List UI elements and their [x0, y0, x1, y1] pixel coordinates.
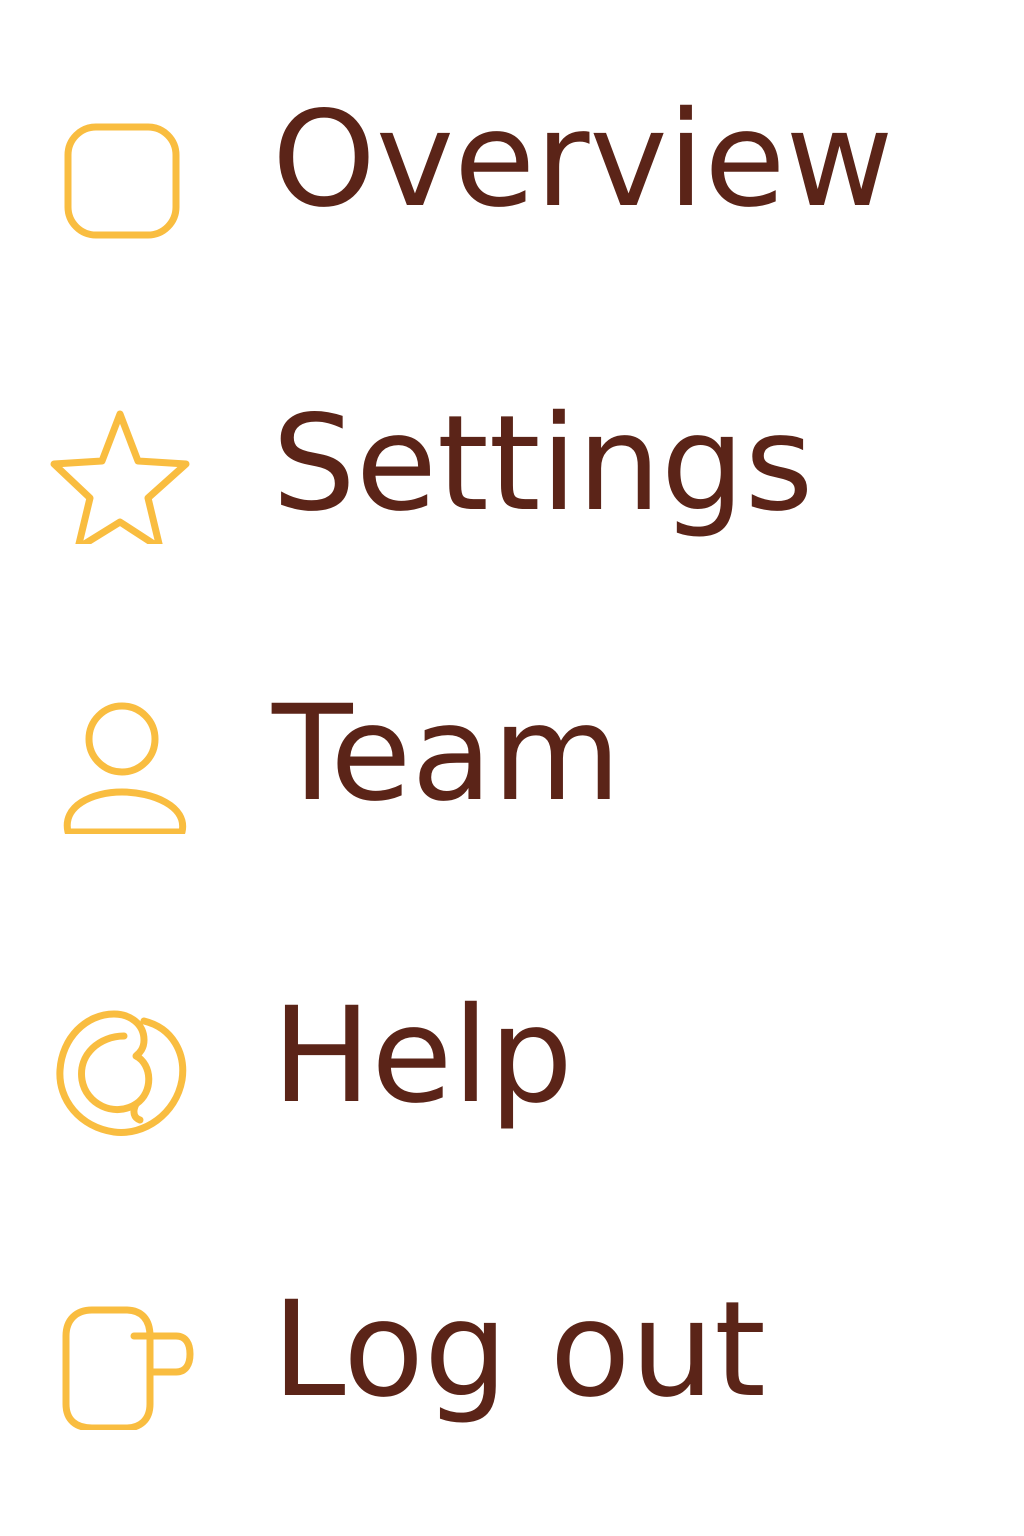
side-menu: Overview Settings Team Help Log out [0, 0, 1024, 1536]
menu-item-label: Settings [272, 387, 814, 541]
help-swirl-icon [48, 986, 198, 1136]
menu-item-overview[interactable]: Overview [0, 70, 1024, 250]
menu-item-logout[interactable]: Log out [0, 1260, 1024, 1440]
menu-item-help[interactable]: Help [0, 966, 1024, 1146]
menu-item-label: Help [272, 979, 573, 1133]
menu-item-label: Team [272, 677, 621, 831]
menu-item-team[interactable]: Team [0, 664, 1024, 844]
mug-icon [48, 1280, 198, 1430]
menu-item-label: Overview [272, 83, 894, 237]
menu-item-settings[interactable]: Settings [0, 374, 1024, 554]
menu-item-label: Log out [272, 1273, 766, 1427]
user-icon [48, 684, 198, 834]
star-icon [48, 394, 198, 544]
rounded-square-icon [48, 90, 198, 240]
